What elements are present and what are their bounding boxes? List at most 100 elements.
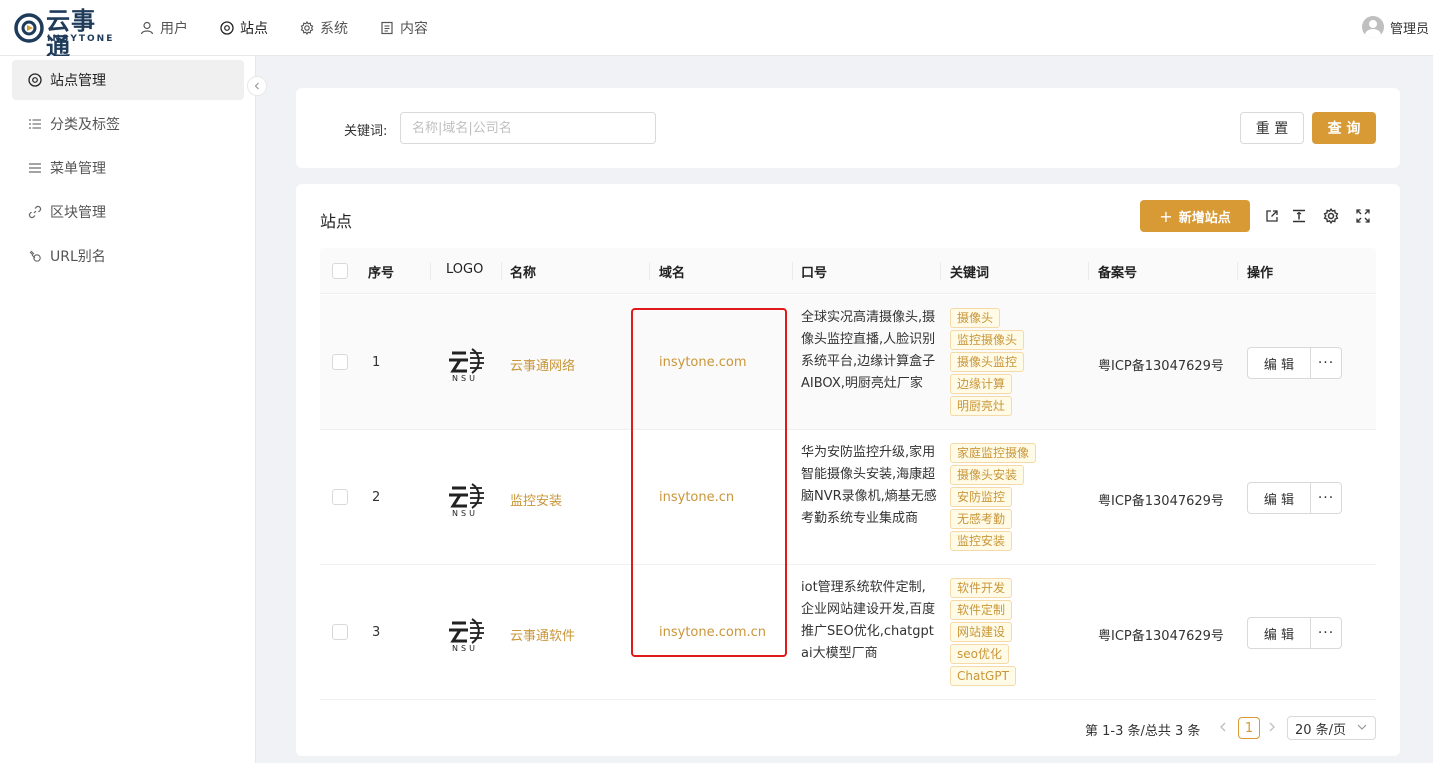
list-icon <box>29 119 41 129</box>
keyword-tag: ChatGPT <box>950 666 1016 686</box>
query-button[interactable]: 查 询 <box>1312 112 1376 144</box>
site-domain-link[interactable]: insytone.com <box>659 355 747 370</box>
icp-number: 粤ICP备13047629号 <box>1098 359 1224 374</box>
pagination-next-button[interactable] <box>1268 720 1276 736</box>
chrome-icon <box>220 21 234 35</box>
row-seq: 1 <box>372 355 381 370</box>
page-size-value: 20 条/页 <box>1295 722 1347 738</box>
keyword-tag: 网站建设 <box>950 622 1013 642</box>
keyword-tag: 安防监控 <box>950 487 1013 507</box>
site-name-link[interactable]: 云事通网络 <box>510 355 575 374</box>
keyword-tag: 摄像头 <box>950 308 1001 328</box>
keyword-tag: 监控安装 <box>950 531 1013 551</box>
edit-button[interactable]: 编 辑 <box>1247 617 1311 649</box>
site-domain-link[interactable]: insytone.cn <box>659 490 734 505</box>
site-logo-icon: NSU <box>449 618 484 653</box>
column-divider <box>501 262 502 280</box>
add-site-button[interactable]: + 新增站点 <box>1140 200 1250 232</box>
page-size-select[interactable]: 20 条/页 <box>1287 716 1376 740</box>
table-row[interactable]: 2 NSU 监控安装 insytone.cn 华为安防监控升级,家用智能摄像头安… <box>320 430 1376 565</box>
app-logo[interactable]: 云事通 INSYTONE <box>14 8 118 60</box>
icp-number: 粤ICP备13047629号 <box>1098 629 1224 644</box>
menu-icon <box>29 163 41 173</box>
site-slogan: 全球实况高清摄像头,摄像头监控直播,人脸识别系统平台,边缘计算盒子AIBOX,明… <box>801 310 936 391</box>
row-checkbox[interactable] <box>332 624 348 640</box>
topnav-item-users[interactable]: 用户 <box>140 18 188 38</box>
user-menu[interactable]: 管理员 <box>1361 16 1429 38</box>
sidebar-item-menu-management[interactable]: 菜单管理 <box>12 148 244 188</box>
keyword-tags: 摄像头 监控摄像头 摄像头监控 边缘计算 明厨亮灶 <box>950 308 1040 418</box>
plus-icon: + <box>1159 206 1173 226</box>
column-divider <box>940 262 941 280</box>
panel-title: 站点 <box>320 212 353 231</box>
top-bar: 云事通 INSYTONE 用户 站点 系统 内容 管理员 <box>0 0 1433 60</box>
column-header-slogan: 口号 <box>801 266 828 281</box>
search-label: 关键词: <box>344 124 388 139</box>
topnav-item-sites[interactable]: 站点 <box>220 18 268 38</box>
edit-button[interactable]: 编 辑 <box>1247 347 1311 379</box>
svg-text:NSU: NSU <box>452 509 478 518</box>
sidebar-collapse-button[interactable] <box>247 76 267 96</box>
more-actions-button[interactable]: ··· <box>1310 617 1342 649</box>
topnav-label: 系统 <box>320 21 348 37</box>
keyword-tags: 家庭监控摄像 摄像头安装 安防监控 无感考勤 监控安装 <box>950 443 1040 553</box>
icp-number: 粤ICP备13047629号 <box>1098 494 1224 509</box>
sidebar-item-url-alias[interactable]: URL别名 <box>12 236 244 276</box>
edit-button[interactable]: 编 辑 <box>1247 482 1311 514</box>
table-row[interactable]: 3 NSU 云事通软件 insytone.com.cn iot管理系统软件定制,… <box>320 565 1376 700</box>
site-name-link[interactable]: 监控安装 <box>510 490 562 509</box>
site-domain-link[interactable]: insytone.com.cn <box>659 625 766 640</box>
keyword-tag: 家庭监控摄像 <box>950 443 1037 463</box>
topnav-label: 内容 <box>400 21 428 37</box>
site-name-link[interactable]: 云事通软件 <box>510 625 575 644</box>
row-checkbox[interactable] <box>332 354 348 370</box>
more-actions-button[interactable]: ··· <box>1310 482 1342 514</box>
search-panel: 关键词: 重 置 查 询 <box>296 88 1400 168</box>
column-header-keywords: 关键词 <box>950 266 990 281</box>
column-header-seq: 序号 <box>368 266 395 281</box>
keyword-tag: 无感考勤 <box>950 509 1013 529</box>
site-logo-icon: NSU <box>449 348 484 383</box>
row-checkbox[interactable] <box>332 489 348 505</box>
sidebar-item-categories-tags[interactable]: 分类及标签 <box>12 104 244 144</box>
keyword-tag: 监控摄像头 <box>950 330 1025 350</box>
column-header-icp: 备案号 <box>1098 266 1138 281</box>
keyword-tag: 摄像头监控 <box>950 352 1025 372</box>
topnav-item-system[interactable]: 系统 <box>300 18 348 38</box>
chevron-left-icon <box>254 82 259 90</box>
keyword-search-input[interactable] <box>400 112 656 144</box>
pagination-prev-button[interactable] <box>1219 720 1227 736</box>
settings-gear-icon[interactable] <box>1322 207 1340 225</box>
more-actions-button[interactable]: ··· <box>1310 347 1342 379</box>
column-height-icon[interactable] <box>1290 207 1308 225</box>
column-header-domain: 域名 <box>659 266 686 281</box>
site-slogan: 华为安防监控升级,家用智能摄像头安装,海康超脑NVR录像机,熵基无感考勤系统专业… <box>801 445 937 526</box>
table-row[interactable]: 1 NSU 云事通网络 insytone.com 全球实况高清摄像头,摄像头监控… <box>320 295 1376 430</box>
sidebar: 站点管理 分类及标签 菜单管理 区块管理 URL别名 <box>0 56 256 763</box>
column-header-name: 名称 <box>510 266 537 281</box>
chrome-icon <box>28 73 42 87</box>
logo-subtext: INSYTONE <box>47 34 115 44</box>
keyword-tag: 明厨亮灶 <box>950 396 1013 416</box>
row-seq: 3 <box>372 625 381 640</box>
topnav-item-content[interactable]: 内容 <box>380 18 428 38</box>
keyword-tags: 软件开发 软件定制 网站建设 seo优化 ChatGPT <box>950 578 1040 688</box>
select-all-checkbox[interactable] <box>332 263 348 279</box>
column-divider <box>430 262 431 280</box>
chevron-right-icon <box>1269 722 1275 732</box>
export-icon[interactable] <box>1263 207 1281 225</box>
sidebar-item-label: 分类及标签 <box>50 117 120 133</box>
sidebar-item-site-management[interactable]: 站点管理 <box>12 60 244 100</box>
column-divider <box>1088 262 1089 280</box>
sidebar-item-label: 菜单管理 <box>50 161 106 177</box>
pagination-page-1[interactable]: 1 <box>1238 717 1260 739</box>
site-slogan: iot管理系统软件定制,企业网站建设开发,百度推广SEO优化,chatgpt a… <box>801 580 936 661</box>
fullscreen-icon[interactable] <box>1354 207 1372 225</box>
keyword-tag: 软件开发 <box>950 578 1013 598</box>
sidebar-item-block-management[interactable]: 区块管理 <box>12 192 244 232</box>
reset-button[interactable]: 重 置 <box>1240 112 1304 144</box>
row-seq: 2 <box>372 490 381 505</box>
top-nav: 用户 站点 系统 内容 <box>140 0 460 56</box>
svg-text:NSU: NSU <box>452 374 478 383</box>
svg-text:NSU: NSU <box>452 644 478 653</box>
